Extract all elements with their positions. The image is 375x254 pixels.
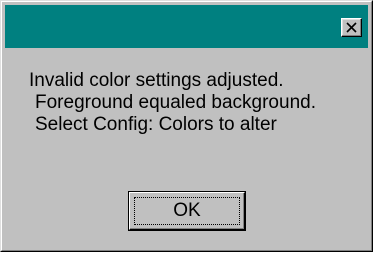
dialog-frame: Invalid color settings adjusted. Foregro… bbox=[1, 1, 372, 251]
message-text: Invalid color settings adjusted. Foregro… bbox=[29, 70, 361, 136]
title-bar[interactable] bbox=[5, 5, 368, 48]
message-line: Select Config: Colors to alter bbox=[35, 114, 277, 135]
close-icon bbox=[346, 22, 357, 33]
close-button[interactable] bbox=[341, 18, 362, 37]
ok-button[interactable]: OK bbox=[128, 191, 246, 231]
message-line: Invalid color settings adjusted. bbox=[29, 70, 284, 91]
ok-button-label: OK bbox=[173, 200, 201, 221]
message-line: Foreground equaled background. bbox=[35, 92, 316, 113]
dialog-window: Invalid color settings adjusted. Foregro… bbox=[0, 0, 373, 252]
